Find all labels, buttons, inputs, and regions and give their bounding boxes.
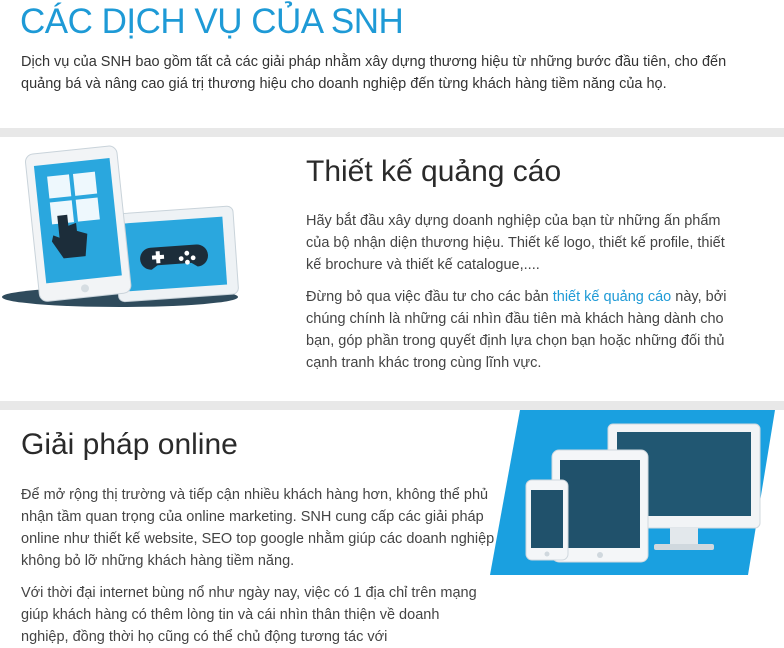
responsive-devices-icon — [490, 410, 775, 575]
section-title-online: Giải pháp online — [21, 428, 238, 461]
section-divider — [0, 401, 784, 410]
page-title: CÁC DỊCH VỤ CỦA SNH — [20, 2, 404, 41]
section-title-design: Thiết kế quảng cáo — [306, 155, 562, 188]
section-design-paragraph-1: Hãy bắt đầu xây dựng doanh nghiệp của bạ… — [306, 213, 725, 273]
tablet-gamepad-icon — [0, 142, 250, 312]
section-online-paragraph-2: Với thời đại internet bùng nổ như ngày n… — [21, 585, 477, 645]
section-online-paragraph-1: Để mở rộng thị trường và tiếp cận nhiều … — [21, 487, 495, 569]
section-divider — [0, 128, 784, 137]
intro-text: Dịch vụ của SNH bao gồm tất cả các giải … — [21, 54, 727, 92]
paragraph-text: Đừng bỏ qua việc đầu tư cho các bản — [306, 289, 553, 305]
section-design-paragraph-2: Đừng bỏ qua việc đầu tư cho các bản thiế… — [306, 286, 736, 374]
design-ads-link[interactable]: thiết kế quảng cáo — [553, 289, 672, 305]
